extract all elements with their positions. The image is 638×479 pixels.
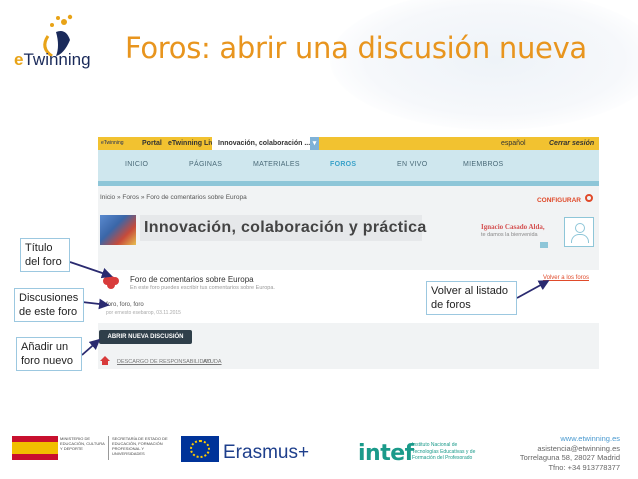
nav-item-paginas[interactable]: PÁGINAS bbox=[189, 161, 222, 168]
callout-new-forum: Añadir un foro nuevo bbox=[16, 337, 82, 371]
arrow-new-forum bbox=[81, 338, 101, 356]
discussion-meta: por ernesto esebarop, 03.11.2015 bbox=[106, 310, 181, 316]
user-name[interactable]: Ignacio Casado Alda, bbox=[481, 223, 545, 231]
spain-coat-of-arms-icon bbox=[12, 436, 58, 460]
active-group-tab[interactable]: Innovación, colaboración ... bbox=[212, 137, 317, 150]
open-new-discussion-button[interactable]: ABRIR NUEVA DISCUSIÓN bbox=[99, 330, 192, 344]
discussion-link[interactable]: foro, foro, foro bbox=[106, 302, 144, 308]
eu-stars-icon bbox=[190, 440, 210, 458]
main-nav: INICIO PÁGINAS MATERIALES FOROS EN VIVO … bbox=[98, 150, 599, 186]
help-link[interactable]: AYUDA bbox=[203, 359, 222, 365]
forum-description: En este foro puedes escribir tus comenta… bbox=[130, 285, 275, 291]
callout-discussions: Discusiones de este foro bbox=[14, 288, 84, 322]
secretariat-text: SECRETARÍA DE ESTADO DE EDUCACIÓN, FORMA… bbox=[108, 436, 176, 460]
page-footer: DESCARGO DE RESPONSABILIDAD AYUDA bbox=[98, 356, 599, 369]
slide-title: Foros: abrir una discusión nueva bbox=[125, 31, 587, 65]
website-link[interactable]: www.etwinning.es bbox=[520, 434, 620, 444]
back-to-forums-link[interactable]: Volver a los foros bbox=[543, 275, 589, 281]
etwinning-logo-text: eTwinning bbox=[14, 50, 91, 69]
group-title: Innovación, colaboración y práctica bbox=[144, 219, 427, 236]
forum-icon bbox=[106, 276, 116, 286]
top-bar: eTwinning Portal eTwinning Live Innovaci… bbox=[98, 137, 599, 150]
user-welcome: te damos la bienvenida bbox=[481, 232, 538, 238]
language-select[interactable]: español bbox=[501, 137, 526, 150]
intef-text: Instituto Nacional de Tecnologías Educat… bbox=[412, 442, 476, 461]
group-header: Innovación, colaboración y práctica Igna… bbox=[98, 209, 599, 257]
contact-email[interactable]: asistencia@etwinning.es bbox=[520, 444, 620, 454]
nav-item-miembros[interactable]: MIEMBROS bbox=[463, 161, 504, 168]
portal-link[interactable]: Portal bbox=[142, 137, 162, 150]
nav-item-foros[interactable]: FOROS bbox=[330, 161, 356, 168]
erasmus-logo: Erasmus+ bbox=[223, 442, 310, 463]
disclaimer-link[interactable]: DESCARGO DE RESPONSABILIDAD bbox=[117, 359, 211, 365]
ministry-text: MINISTERIO DE EDUCACIÓN, CULTURA Y DEPOR… bbox=[60, 436, 105, 451]
screenshot-panel: eTwinning Portal eTwinning Live Innovaci… bbox=[98, 137, 599, 369]
etwinning-mini-logo: eTwinning bbox=[101, 140, 124, 146]
contact-phone: Tfno: +34 913778377 bbox=[548, 462, 620, 472]
callout-back: Volver al listado de foros bbox=[426, 281, 517, 315]
nav-item-en-vivo[interactable]: EN VIVO bbox=[397, 161, 428, 168]
forum-card: Foro de comentarios sobre Europa En este… bbox=[98, 270, 599, 323]
live-link[interactable]: eTwinning Live bbox=[168, 137, 218, 150]
gear-icon[interactable] bbox=[585, 194, 593, 202]
nav-item-inicio[interactable]: INICIO bbox=[125, 161, 148, 168]
breadcrumb[interactable]: Inicio » Foros » Foro de comentarios sob… bbox=[100, 194, 247, 201]
callout-forum-title: Título del foro bbox=[20, 238, 70, 272]
group-image bbox=[100, 215, 136, 245]
group-title-box: Innovación, colaboración y práctica bbox=[140, 215, 426, 241]
contact-address: Torrelaguna 58, 28027 Madrid bbox=[519, 453, 620, 462]
home-icon[interactable] bbox=[100, 356, 110, 365]
background-decoration bbox=[330, 0, 638, 130]
avatar[interactable] bbox=[564, 217, 594, 247]
nav-item-materiales[interactable]: MATERIALES bbox=[253, 161, 300, 168]
intef-logo: intef bbox=[358, 441, 414, 466]
tab-dropdown-icon[interactable]: ▾ bbox=[310, 137, 319, 150]
configure-link[interactable]: CONFIGURAR bbox=[537, 197, 581, 204]
contact-info: www.etwinning.es asistencia@etwinning.es… bbox=[520, 434, 620, 472]
mail-icon[interactable] bbox=[540, 242, 548, 248]
logout-link[interactable]: Cerrar sesión bbox=[549, 137, 594, 150]
forum-title: Foro de comentarios sobre Europa bbox=[130, 275, 254, 284]
